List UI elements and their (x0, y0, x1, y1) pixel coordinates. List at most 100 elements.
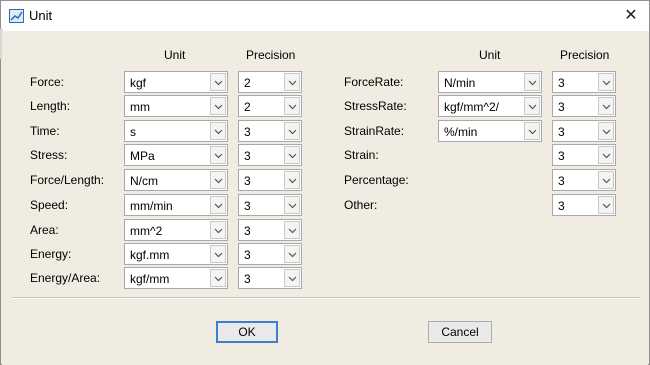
chevron-down-icon[interactable] (598, 73, 614, 91)
left-unit-select-value: kgf.mm (130, 248, 170, 262)
left-precision-select[interactable]: 2 (238, 95, 302, 117)
chevron-down-icon[interactable] (284, 269, 300, 287)
left-unit-select-value: mm (130, 100, 150, 114)
chevron-down-icon[interactable] (210, 221, 226, 239)
left-unit-select[interactable]: N/cm (124, 169, 228, 191)
right-precision-select[interactable]: 3 (552, 194, 616, 216)
left-unit-header: Unit (164, 48, 186, 62)
right-row-label: ForceRate: (344, 75, 404, 89)
chevron-down-icon[interactable] (598, 122, 614, 140)
left-precision-select[interactable]: 3 (238, 120, 302, 142)
chevron-down-icon[interactable] (210, 73, 226, 91)
right-unit-header: Unit (479, 48, 501, 62)
left-row-label: Length: (30, 99, 71, 113)
chevron-down-icon[interactable] (284, 171, 300, 189)
chevron-down-icon[interactable] (598, 171, 614, 189)
left-unit-select[interactable]: MPa (124, 144, 228, 166)
right-row-label: Strain: (344, 148, 379, 162)
chevron-down-icon[interactable] (284, 245, 300, 263)
left-precision-select[interactable]: 3 (238, 243, 302, 265)
left-unit-select-value: kgf (130, 76, 147, 90)
chevron-down-icon[interactable] (210, 269, 226, 287)
left-precision-select[interactable]: 3 (238, 194, 302, 216)
chevron-down-icon[interactable] (524, 122, 540, 140)
close-button[interactable]: ✕ (619, 5, 643, 27)
left-unit-select[interactable]: kgf (124, 71, 228, 93)
chevron-down-icon[interactable] (598, 146, 614, 164)
right-precision-select[interactable]: 3 (552, 95, 616, 117)
title-bar: Unit ✕ (1, 1, 649, 31)
left-row-label: Area: (30, 223, 59, 237)
right-unit-select[interactable]: N/min (438, 71, 542, 93)
right-precision-select-value: 3 (558, 199, 565, 213)
right-unit-select-value: %/min (444, 125, 478, 139)
left-row-label: Stress: (30, 148, 68, 162)
left-unit-select-value: mm/min (130, 199, 173, 213)
right-precision-select[interactable]: 3 (552, 169, 616, 191)
chevron-down-icon[interactable] (284, 97, 300, 115)
right-precision-select[interactable]: 3 (552, 120, 616, 142)
chevron-down-icon[interactable] (284, 73, 300, 91)
right-unit-select[interactable]: %/min (438, 120, 542, 142)
right-precision-select[interactable]: 3 (552, 144, 616, 166)
right-row-label: StrainRate: (344, 124, 405, 138)
cancel-button[interactable]: Cancel (428, 321, 492, 343)
right-row-label: StressRate: (344, 99, 407, 113)
left-precision-select[interactable]: 2 (238, 71, 302, 93)
chevron-down-icon[interactable] (210, 245, 226, 263)
left-unit-select[interactable]: mm (124, 95, 228, 117)
left-unit-select-value: MPa (130, 149, 155, 163)
chevron-down-icon[interactable] (284, 146, 300, 164)
window-app-icon (9, 9, 24, 23)
chevron-down-icon[interactable] (210, 122, 226, 140)
right-precision-select-value: 3 (558, 174, 565, 188)
right-precision-header: Precision (560, 48, 610, 62)
left-unit-select[interactable]: mm^2 (124, 219, 228, 241)
chevron-down-icon[interactable] (524, 97, 540, 115)
right-row-label: Percentage: (344, 173, 409, 187)
left-precision-select-value: 3 (244, 248, 251, 262)
left-unit-select-value: kgf/mm (130, 272, 170, 286)
left-row-label: Force/Length: (30, 173, 105, 187)
left-precision-select[interactable]: 3 (238, 267, 302, 289)
left-unit-select[interactable]: s (124, 120, 228, 142)
left-precision-select[interactable]: 3 (238, 219, 302, 241)
chevron-down-icon[interactable] (210, 171, 226, 189)
right-unit-select-value: N/min (444, 76, 476, 90)
left-precision-select-value: 2 (244, 100, 251, 114)
chevron-down-icon[interactable] (284, 196, 300, 214)
right-row-label: Other: (344, 198, 378, 212)
left-precision-select-value: 2 (244, 76, 251, 90)
chevron-down-icon[interactable] (598, 196, 614, 214)
left-unit-select[interactable]: kgf.mm (124, 243, 228, 265)
left-precision-select-value: 3 (244, 125, 251, 139)
right-precision-select-value: 3 (558, 100, 565, 114)
left-precision-select-value: 3 (244, 174, 251, 188)
left-precision-select-value: 3 (244, 149, 251, 163)
chevron-down-icon[interactable] (524, 73, 540, 91)
right-unit-select-value: kgf/mm^2/ (444, 100, 499, 114)
left-row-label: Time: (30, 124, 60, 138)
close-icon: ✕ (624, 7, 638, 24)
left-unit-select[interactable]: kgf/mm (124, 267, 228, 289)
left-unit-select-value: mm^2 (130, 224, 163, 238)
chevron-down-icon[interactable] (210, 196, 226, 214)
chevron-down-icon[interactable] (598, 97, 614, 115)
left-precision-select-value: 3 (244, 199, 251, 213)
chevron-down-icon[interactable] (210, 97, 226, 115)
chevron-down-icon[interactable] (210, 146, 226, 164)
left-precision-select[interactable]: 3 (238, 144, 302, 166)
left-precision-select[interactable]: 3 (238, 169, 302, 191)
left-precision-select-value: 3 (244, 272, 251, 286)
left-precision-header: Precision (246, 48, 296, 62)
right-precision-select[interactable]: 3 (552, 71, 616, 93)
left-precision-select-value: 3 (244, 224, 251, 238)
right-unit-select[interactable]: kgf/mm^2/ (438, 95, 542, 117)
left-row-label: Energy/Area: (30, 271, 101, 285)
left-unit-select[interactable]: mm/min (124, 194, 228, 216)
chevron-down-icon[interactable] (284, 221, 300, 239)
chevron-down-icon[interactable] (284, 122, 300, 140)
ok-button[interactable]: OK (216, 321, 278, 343)
right-precision-select-value: 3 (558, 76, 565, 90)
right-precision-select-value: 3 (558, 149, 565, 163)
